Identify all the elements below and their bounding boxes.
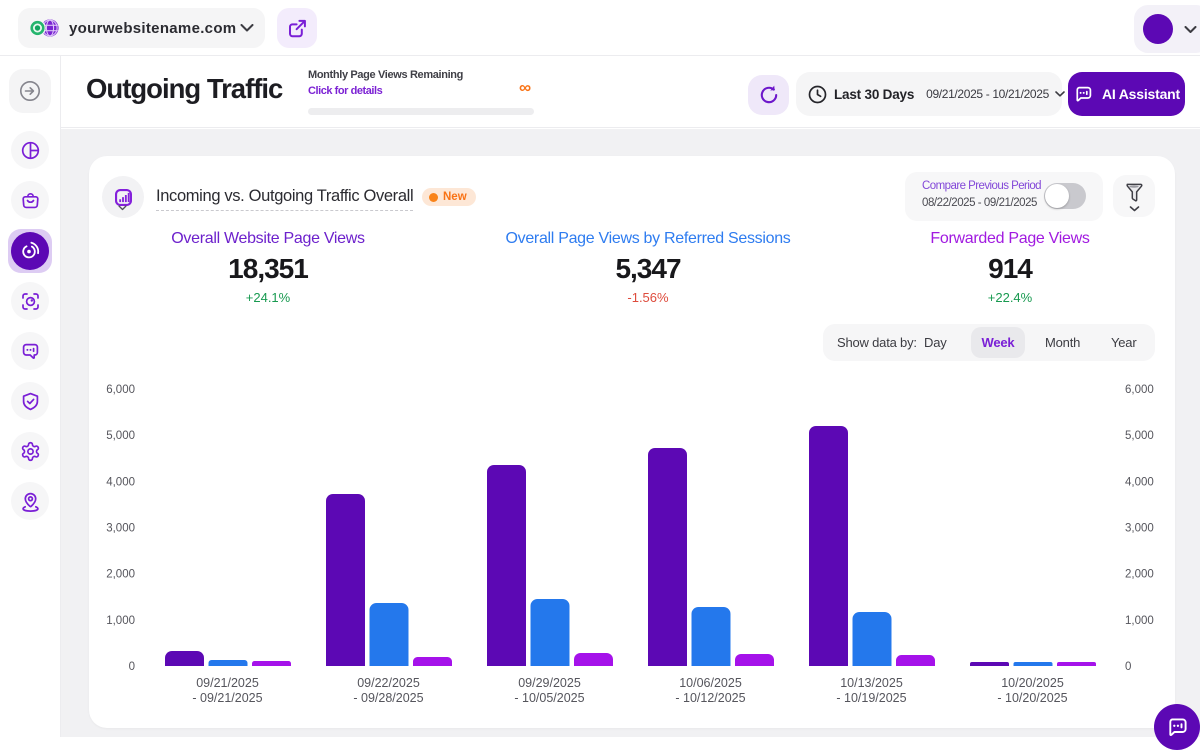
svg-text:5,000: 5,000 — [1125, 430, 1154, 442]
svg-text:09/22/2025: 09/22/2025 — [357, 676, 420, 690]
svg-text:4,000: 4,000 — [1125, 476, 1154, 488]
svg-text:1,000: 1,000 — [1125, 615, 1154, 627]
svg-text:- 10/19/2025: - 10/19/2025 — [836, 691, 906, 705]
svg-text:- 10/05/2025: - 10/05/2025 — [514, 691, 584, 705]
svg-text:- 09/28/2025: - 09/28/2025 — [353, 691, 423, 705]
svg-text:09/21/2025: 09/21/2025 — [196, 676, 259, 690]
svg-text:3,000: 3,000 — [1125, 523, 1154, 535]
svg-text:0: 0 — [129, 661, 135, 673]
svg-text:- 09/21/2025: - 09/21/2025 — [192, 691, 262, 705]
svg-text:2,000: 2,000 — [1125, 569, 1154, 581]
svg-text:- 10/12/2025: - 10/12/2025 — [675, 691, 745, 705]
svg-text:10/06/2025: 10/06/2025 — [679, 676, 742, 690]
svg-text:2,000: 2,000 — [106, 569, 135, 581]
svg-text:10/13/2025: 10/13/2025 — [840, 676, 903, 690]
svg-text:1,000: 1,000 — [106, 615, 135, 627]
svg-text:0: 0 — [1125, 661, 1131, 673]
svg-text:09/29/2025: 09/29/2025 — [518, 676, 581, 690]
svg-text:4,000: 4,000 — [106, 476, 135, 488]
svg-text:10/20/2025: 10/20/2025 — [1001, 676, 1064, 690]
svg-text:5,000: 5,000 — [106, 430, 135, 442]
svg-text:3,000: 3,000 — [106, 523, 135, 535]
svg-text:- 10/20/2025: - 10/20/2025 — [997, 691, 1067, 705]
svg-text:6,000: 6,000 — [1125, 384, 1154, 396]
svg-text:6,000: 6,000 — [106, 384, 135, 396]
